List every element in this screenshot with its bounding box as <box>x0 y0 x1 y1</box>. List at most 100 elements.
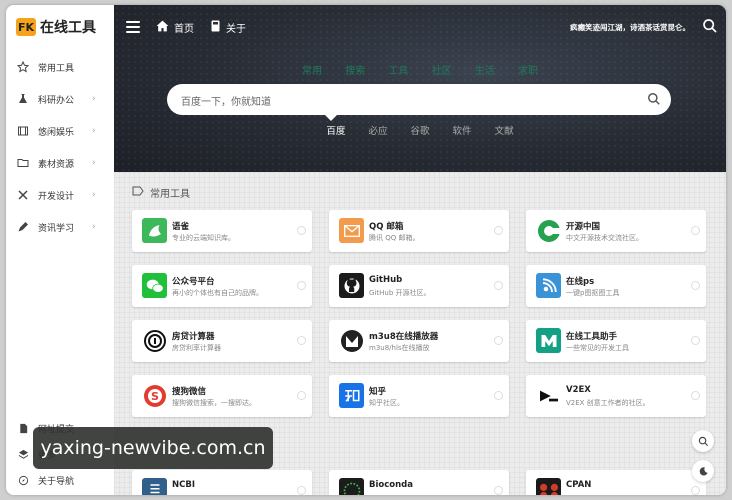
search-input[interactable]: 百度一下，你就知道 <box>167 84 671 121</box>
engine-bing[interactable]: 必应 <box>368 123 387 137</box>
menu-toggle-button[interactable] <box>126 21 140 33</box>
sidebar-item-research[interactable]: 科研办公 › <box>6 83 114 115</box>
search-submit-icon[interactable] <box>647 92 661 106</box>
m-logo-icon <box>536 328 561 353</box>
tool-card-yuque[interactable]: 语雀 专业的云端知识库。 <box>132 210 312 252</box>
logo[interactable]: FK 在线工具 <box>16 17 96 37</box>
tool-card-online-tools[interactable]: 在线工具助手 一些常见的开发工具 <box>526 320 706 362</box>
tool-card-wechat-mp[interactable]: 公众号平台 再小的个体也有自己的品牌。 <box>132 265 312 307</box>
logo-text: 在线工具 <box>40 20 96 36</box>
tool-card-m3u8-player[interactable]: m3u8在线播放器 m3u8/hls在线播放 <box>329 320 509 362</box>
sidebar-item-label: 开发设计 <box>38 191 75 202</box>
card-title: m3u8在线播放器 <box>369 332 439 342</box>
sidebar-item-label: 悠闲娱乐 <box>38 127 75 138</box>
card-more-icon <box>494 226 503 235</box>
sidebar-item-label: 关于导航 <box>38 476 75 487</box>
search-icon[interactable] <box>702 18 718 34</box>
tool-card-github[interactable]: GitHub GitHub 开源社区。 <box>329 265 509 307</box>
card-desc: 搜狗微信搜索，一搜即达。 <box>172 399 256 407</box>
file-icon <box>16 421 30 435</box>
theme-toggle-button[interactable] <box>692 460 714 482</box>
player-icon <box>339 328 364 353</box>
card-more-icon <box>297 226 306 235</box>
card-desc: 房贷利率计算器 <box>172 344 221 352</box>
section-title: 常用工具 <box>132 185 190 200</box>
sidebar-item-dev-design[interactable]: 开发设计 › <box>6 179 114 211</box>
pencil-icon <box>16 220 30 234</box>
card-more-icon <box>494 336 503 345</box>
tool-card-ncbi[interactable]: NCBI <box>132 470 312 495</box>
tool-card-oschina[interactable]: 开源中国 中文开源技术交流社区。 <box>526 210 706 252</box>
engine-software[interactable]: 软件 <box>453 123 472 137</box>
card-title: 搜狗微信 <box>172 387 207 397</box>
calculator-icon <box>142 328 167 353</box>
tab-life[interactable]: 生活 <box>475 62 495 77</box>
about-link[interactable]: 关于 <box>210 20 246 35</box>
home-icon <box>156 20 169 35</box>
tab-tools[interactable]: 工具 <box>388 62 408 77</box>
book-icon <box>210 20 221 35</box>
card-desc: 一键p图抠图工具 <box>566 289 620 297</box>
card-title: CPAN <box>566 480 592 490</box>
card-title: 知乎 <box>369 387 387 397</box>
photo-edit-icon <box>536 273 561 298</box>
sidebar-item-label: 资讯学习 <box>38 223 75 234</box>
tool-card-bioconda[interactable]: Bioconda <box>329 470 509 495</box>
tool-card-sogou-wechat[interactable]: S 搜狗微信 搜狗微信搜索，一搜即达。 <box>132 375 312 417</box>
tool-card-online-ps[interactable]: 在线ps 一键p图抠图工具 <box>526 265 706 307</box>
tool-card-qqmail[interactable]: QQ 邮箱 腾讯 QQ 邮箱。 <box>329 210 509 252</box>
card-more-icon <box>691 336 700 345</box>
about-link-label: 关于 <box>226 23 246 35</box>
card-title: NCBI <box>172 480 195 490</box>
search-icon <box>698 436 708 446</box>
sidebar-item-entertainment[interactable]: 悠闲娱乐 › <box>6 115 114 147</box>
tool-card-v2ex[interactable]: V2EX V2EX 创意工作者的社区。 <box>526 375 706 417</box>
card-more-icon <box>297 391 306 400</box>
mail-icon <box>339 218 364 243</box>
sidebar-item-about-nav[interactable]: 关于导航 <box>6 467 114 493</box>
section-title-text: 常用工具 <box>150 189 190 200</box>
sidebar-item-common-tools[interactable]: 常用工具 <box>6 51 114 83</box>
tag-icon <box>132 186 144 199</box>
card-title: QQ 邮箱 <box>369 222 404 232</box>
tool-card-zhihu[interactable]: 知乎 知乎社区。 <box>329 375 509 417</box>
layers-icon <box>16 447 30 461</box>
card-desc: 中文开源技术交流社区。 <box>566 234 643 242</box>
sidebar-item-learning[interactable]: 资讯学习 › <box>6 211 114 243</box>
slogan-text: 疯癫笑迹闯江湖，诗酒茶话赏昆仑。 <box>570 23 690 32</box>
yuque-icon <box>142 218 167 243</box>
home-link[interactable]: 首页 <box>156 20 194 35</box>
oschina-icon <box>536 218 561 243</box>
card-desc: GitHub 开源社区。 <box>369 289 431 297</box>
engine-google[interactable]: 谷歌 <box>410 123 429 137</box>
card-more-icon <box>494 281 503 290</box>
engine-baidu[interactable]: 百度 <box>326 123 345 137</box>
sidebar-item-resources[interactable]: 素材资源 › <box>6 147 114 179</box>
compass-icon <box>16 473 30 487</box>
card-more-icon <box>297 486 306 495</box>
card-title: 在线工具助手 <box>566 332 618 342</box>
floating-search-button[interactable] <box>692 430 714 452</box>
card-more-icon <box>691 486 700 495</box>
card-desc: 一些常见的开发工具 <box>566 344 629 352</box>
card-desc: 知乎社区。 <box>369 399 404 407</box>
tool-card-cpan[interactable]: CPAN <box>526 470 706 495</box>
chevron-right-icon: › <box>92 126 96 136</box>
film-icon <box>16 124 30 138</box>
card-desc: 专业的云端知识库。 <box>172 234 235 242</box>
hero-header: 首页 关于 疯癫笑迹闯江湖，诗酒茶话赏昆仑。 常用 搜索 工具 社区 生活 求职… <box>114 5 726 172</box>
card-more-icon <box>494 486 503 495</box>
card-desc: 腾讯 QQ 邮箱。 <box>369 234 420 242</box>
moon-icon <box>699 466 708 475</box>
engine-literature[interactable]: 文献 <box>495 123 514 137</box>
tab-community[interactable]: 社区 <box>432 62 452 77</box>
card-title: 语雀 <box>172 222 190 232</box>
tool-card-mortgage-calc[interactable]: 房贷计算器 房贷利率计算器 <box>132 320 312 362</box>
tab-jobs[interactable]: 求职 <box>518 62 538 77</box>
v2ex-icon <box>536 383 561 408</box>
home-link-label: 首页 <box>174 23 194 35</box>
sidebar-item-label: 常用工具 <box>38 63 75 74</box>
sidebar-item-label: 科研办公 <box>38 95 75 106</box>
tab-common[interactable]: 常用 <box>302 62 322 77</box>
tab-search[interactable]: 搜索 <box>345 62 365 77</box>
